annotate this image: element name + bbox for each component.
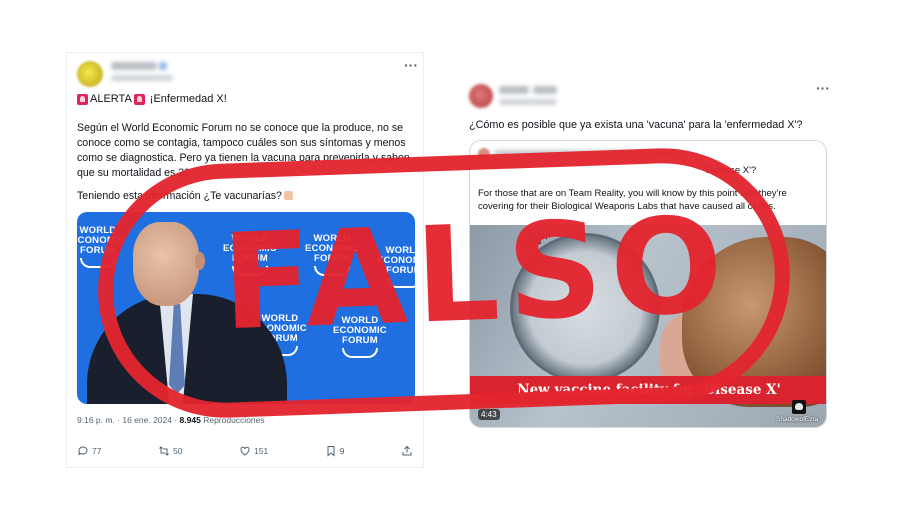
more-options-icon[interactable]: ··· [404, 57, 418, 73]
siren-icon [133, 93, 145, 105]
retweet-icon [159, 446, 169, 456]
action-bar: 77 50 151 9 [77, 445, 413, 457]
share-icon [402, 445, 412, 456]
bookmark-icon [327, 446, 335, 457]
video-duration: 4:43 [478, 409, 500, 420]
retweet-count: 50 [173, 446, 183, 456]
avatar[interactable] [77, 61, 103, 87]
like-button[interactable]: 151 [239, 445, 268, 457]
tweet-text: ¿Cómo es posible que ya exista una 'vacu… [469, 119, 803, 131]
reply-count: 77 [92, 446, 102, 456]
blurred-display-name [111, 62, 157, 70]
views-count: 8.945 [179, 415, 201, 425]
avatar[interactable] [469, 84, 493, 108]
reply-icon [78, 446, 88, 456]
like-count: 151 [254, 446, 269, 456]
bookmark-button[interactable]: 9 [325, 445, 345, 457]
alert-text: ¡Enfermedad X! [149, 93, 227, 105]
more-options-icon[interactable]: ··· [816, 80, 830, 96]
blurred-display-name [499, 86, 529, 94]
alert-heading: ALERTA ¡Enfermedad X! [77, 93, 227, 105]
skull-icon [792, 400, 806, 414]
timestamp[interactable]: 9:16 p. m. · 16 ene. 2024 · [77, 415, 180, 425]
reply-button[interactable]: 77 [77, 445, 101, 457]
siren-icon [77, 93, 88, 105]
blurred-handle [111, 75, 173, 81]
verified-badge [159, 62, 167, 70]
blurred-display-name [533, 86, 557, 94]
channel-name: ShadowofEzra [776, 416, 819, 423]
alert-label: ALERTA [90, 93, 132, 105]
falso-stamp-text: FALSO [219, 188, 734, 361]
retweet-button[interactable]: 50 [158, 445, 182, 457]
share-button[interactable] [401, 445, 413, 457]
heart-icon [240, 446, 250, 456]
bookmark-count: 9 [339, 446, 345, 456]
blurred-handle [499, 99, 557, 105]
